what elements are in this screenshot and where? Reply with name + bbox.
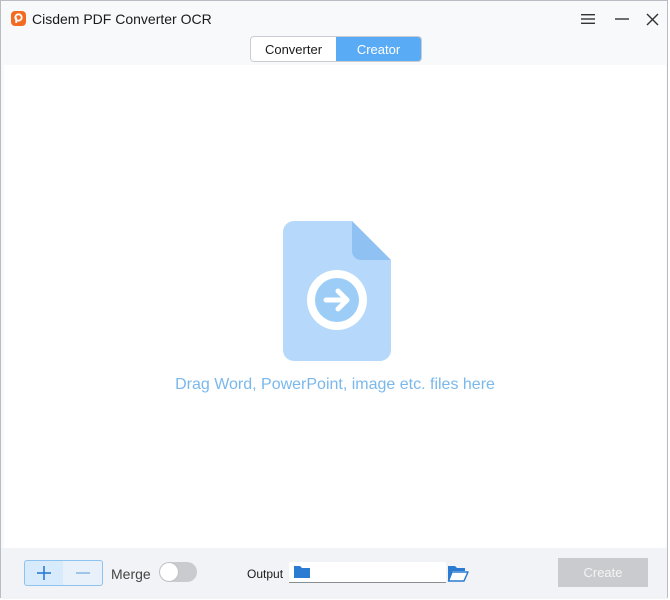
file-drop-area[interactable]: Drag Word, PowerPoint, image etc. files … xyxy=(4,65,666,548)
menu-icon xyxy=(581,14,595,24)
drop-hint-text: Drag Word, PowerPoint, image etc. files … xyxy=(175,376,495,393)
output-label: Output xyxy=(247,567,284,581)
app-logo-icon xyxy=(11,11,26,26)
browse-output-button[interactable] xyxy=(447,563,469,583)
close-icon xyxy=(646,13,658,25)
minimize-icon xyxy=(615,18,629,20)
tab-converter[interactable]: Converter xyxy=(251,37,336,61)
merge-toggle[interactable] xyxy=(159,562,197,582)
merge-label: Merge xyxy=(111,566,151,582)
minimize-button[interactable] xyxy=(607,7,637,31)
minus-icon xyxy=(75,572,90,574)
plus-icon xyxy=(37,566,51,580)
tab-creator[interactable]: Creator xyxy=(336,37,421,61)
title-bar[interactable]: Cisdem PDF Converter OCR Converter Creat… xyxy=(1,1,667,65)
create-button[interactable]: Create xyxy=(558,558,648,587)
toggle-knob xyxy=(160,563,178,581)
close-button[interactable] xyxy=(637,7,667,31)
mode-tabs: Converter Creator xyxy=(250,36,422,62)
menu-button[interactable] xyxy=(573,7,603,31)
app-window: Cisdem PDF Converter OCR Converter Creat… xyxy=(0,0,668,599)
folder-open-icon xyxy=(447,566,469,582)
folder-icon xyxy=(294,566,310,578)
output-path-field[interactable] xyxy=(289,562,446,583)
file-arrow-icon xyxy=(283,221,391,361)
app-title: Cisdem PDF Converter OCR xyxy=(32,11,212,27)
add-file-button[interactable] xyxy=(24,560,64,586)
bottom-toolbar: Merge Output Create xyxy=(1,548,667,599)
remove-file-button[interactable] xyxy=(63,560,103,586)
